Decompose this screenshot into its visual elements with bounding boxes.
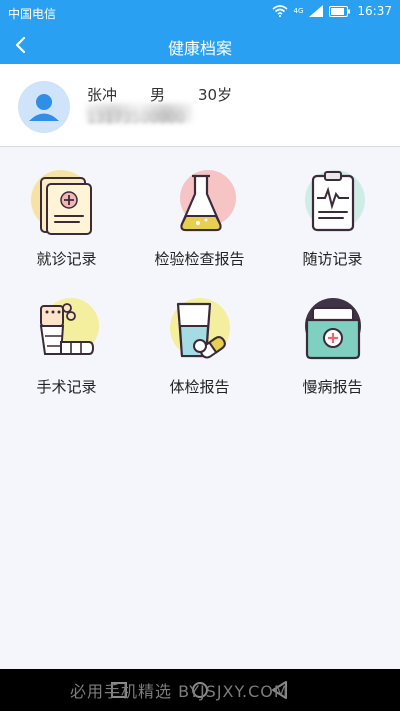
- bandage-arm-icon: [39, 298, 99, 355]
- battery-icon: [329, 5, 351, 17]
- patient-age: 30岁: [198, 86, 233, 104]
- title-bar: 健康档案: [0, 26, 400, 64]
- user-icon: [29, 94, 59, 121]
- tile-surgery-records[interactable]: 手术记录: [0, 288, 133, 408]
- tile-label: 慢病报告: [302, 378, 363, 396]
- clipboard-ecg-icon: [305, 170, 365, 232]
- tile-label: 手术记录: [36, 378, 97, 396]
- tile-chronic-disease[interactable]: 慢病报告: [266, 288, 399, 408]
- patient-name: 张冲: [87, 86, 118, 104]
- tile-label: 就诊记录: [36, 250, 97, 268]
- lab-flask-icon: [180, 170, 236, 232]
- patient-gender: 男: [150, 86, 166, 104]
- wifi-icon: [271, 5, 288, 17]
- medical-folder-icon: [305, 298, 361, 360]
- tile-physical-exam[interactable]: 体检报告: [133, 288, 266, 408]
- avatar[interactable]: [18, 81, 70, 133]
- feature-grid: 就诊记录 检验检查报告 随访记录 手术记录 体检报告 慢病报告: [0, 160, 400, 420]
- tile-label: 检验检查报告: [154, 250, 245, 268]
- status-bar: 中国电信 4G 16:37: [0, 0, 400, 26]
- profile-card[interactable]: 张冲 男 30岁 13173500000: [0, 64, 400, 147]
- water-glass-pill-icon: [170, 298, 230, 359]
- tile-label: 体检报告: [169, 378, 230, 396]
- signal-icon: [309, 5, 324, 17]
- carrier-label: 中国电信: [8, 7, 57, 21]
- medical-record-icon: [31, 170, 92, 235]
- page-title: 健康档案: [167, 39, 232, 58]
- watermark: 必用手机精选 BYJSJXY.COM: [70, 682, 289, 701]
- tile-medical-records[interactable]: 就诊记录: [0, 160, 133, 280]
- tile-lab-reports[interactable]: 检验检查报告: [133, 160, 266, 280]
- status-icons: 4G 16:37: [271, 4, 392, 18]
- tile-followup-records[interactable]: 随访记录: [266, 160, 399, 280]
- privacy-blur: [86, 104, 192, 122]
- network-badge: 4G: [293, 7, 304, 15]
- clock: 16:37: [357, 4, 392, 18]
- tile-label: 随访记录: [302, 250, 363, 268]
